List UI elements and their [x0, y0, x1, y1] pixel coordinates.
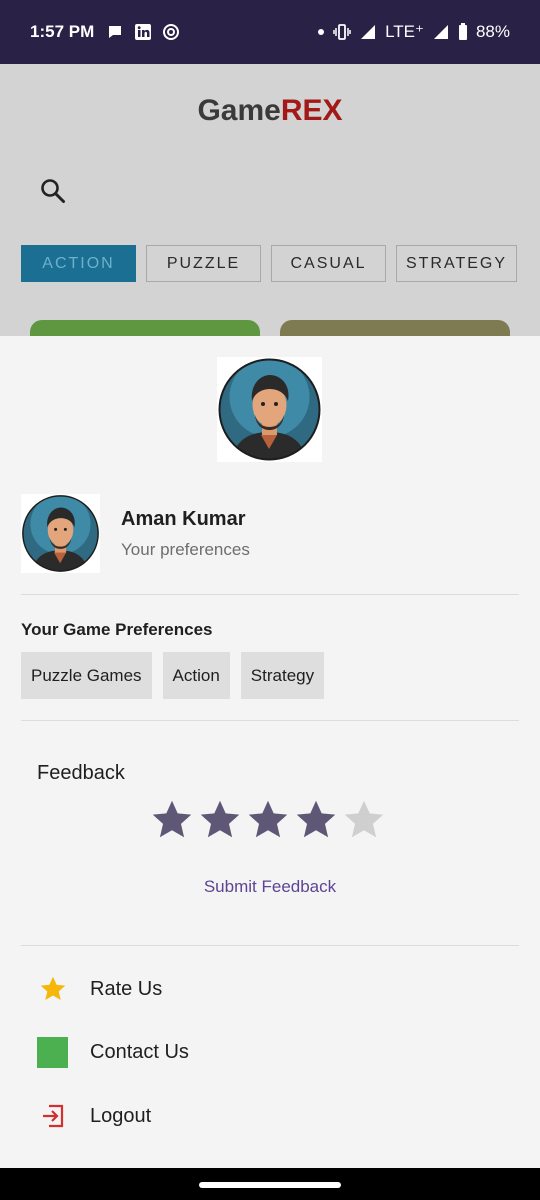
avatar-image	[22, 495, 99, 572]
profile-sheet: Aman Kumar Your preferences Your Game Pr…	[0, 336, 540, 1168]
status-time: 1:57 PM	[30, 22, 95, 41]
star-icon[interactable]	[294, 798, 338, 842]
dot-icon	[318, 29, 325, 35]
star-icon[interactable]	[246, 798, 290, 842]
app-title-game: Game	[197, 94, 281, 127]
divider	[21, 720, 519, 721]
signal-icon	[361, 25, 376, 39]
menu-item-label: Logout	[90, 1104, 152, 1127]
divider	[21, 945, 519, 946]
linkedin-icon	[135, 24, 152, 40]
app-background: GameREX ACTION PUZZLE CASUAL STRATEGY	[0, 64, 540, 350]
user-name: Aman Kumar	[121, 508, 246, 530]
search-icon[interactable]	[38, 176, 68, 206]
category-chips: ACTION PUZZLE CASUAL STRATEGY	[21, 245, 517, 282]
category-strategy[interactable]: STRATEGY	[396, 245, 517, 282]
divider	[21, 594, 519, 595]
star-icon[interactable]	[150, 798, 194, 842]
menu-item-label: Contact Us	[90, 1040, 189, 1063]
network-type: LTE⁺	[385, 22, 424, 41]
menu-item-logout[interactable]: Logout	[37, 1096, 517, 1136]
app-title-rex: REX	[280, 94, 343, 127]
preferences-title: Your Game Preferences	[21, 620, 213, 639]
star-icon[interactable]	[198, 798, 242, 842]
preference-chip[interactable]: Puzzle Games	[21, 652, 152, 699]
app-notification-icon	[163, 24, 180, 40]
feedback-title: Feedback	[37, 762, 125, 784]
category-casual[interactable]: CASUAL	[271, 245, 386, 282]
user-subtitle: Your preferences	[121, 540, 250, 559]
category-puzzle[interactable]: PUZZLE	[146, 245, 261, 282]
star-icon[interactable]	[342, 798, 386, 842]
battery-icon	[458, 23, 467, 40]
submit-feedback-button[interactable]: Submit Feedback	[0, 877, 540, 897]
rating-stars[interactable]	[150, 798, 386, 842]
category-action[interactable]: ACTION	[21, 245, 136, 282]
signal-icon	[433, 25, 448, 39]
logout-icon	[37, 1101, 68, 1132]
avatar-large	[217, 357, 322, 462]
chat-bubble-icon	[109, 26, 122, 38]
avatar	[21, 494, 100, 573]
status-bar: 1:57 PM LTE⁺ 88%	[0, 0, 540, 64]
preference-chips: Puzzle Games Action Strategy	[21, 652, 325, 699]
profile-row: Aman Kumar Your preferences	[21, 494, 521, 574]
vibrate-icon	[333, 24, 351, 40]
green-square-icon	[37, 1036, 68, 1068]
home-gesture-handle[interactable]	[199, 1182, 341, 1188]
menu-item-contact-us[interactable]: Contact Us	[37, 1032, 517, 1072]
preference-chip[interactable]: Action	[162, 652, 230, 699]
app-title: GameREX	[0, 94, 540, 128]
menu-item-label: Rate Us	[90, 977, 163, 1000]
star-icon	[37, 974, 68, 1005]
battery-percent: 88%	[475, 22, 510, 41]
avatar-image	[218, 358, 321, 461]
preference-chip[interactable]: Strategy	[240, 652, 325, 699]
navigation-bar	[0, 1168, 540, 1200]
menu-item-rate-us[interactable]: Rate Us	[37, 969, 517, 1009]
